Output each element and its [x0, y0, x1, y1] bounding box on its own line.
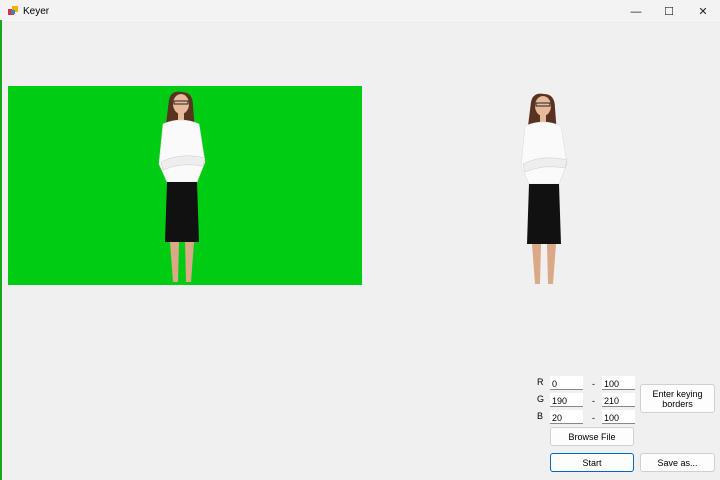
person-figure-icon: [158, 91, 206, 283]
b-min-input[interactable]: [550, 410, 583, 424]
g-min-input[interactable]: [550, 393, 583, 407]
minimize-button[interactable]: —: [619, 0, 653, 23]
g-max-input[interactable]: [602, 393, 635, 407]
browse-file-button[interactable]: Browse File: [550, 427, 634, 446]
enter-keying-borders-button[interactable]: Enter keying borders: [640, 384, 715, 413]
save-as-button[interactable]: Save as...: [640, 453, 715, 472]
r-min-input[interactable]: [550, 376, 583, 390]
keyed-image: [505, 92, 585, 285]
maximize-button[interactable]: ☐: [652, 0, 686, 23]
range-dash: -: [592, 379, 595, 389]
b-max-input[interactable]: [602, 410, 635, 424]
window-border: [0, 20, 2, 480]
range-dash: -: [592, 396, 595, 406]
b-label: B: [537, 411, 544, 421]
r-label: R: [537, 377, 544, 387]
source-image: [8, 86, 362, 285]
start-button[interactable]: Start: [550, 453, 634, 472]
close-button[interactable]: ✕: [686, 0, 720, 23]
person-figure-icon: [520, 93, 568, 285]
range-dash: -: [592, 413, 595, 423]
r-max-input[interactable]: [602, 376, 635, 390]
window-title: Keyer: [23, 6, 50, 17]
title-bar: Keyer — ☐ ✕: [0, 0, 720, 23]
g-label: G: [537, 394, 545, 404]
app-icon: [8, 6, 18, 15]
